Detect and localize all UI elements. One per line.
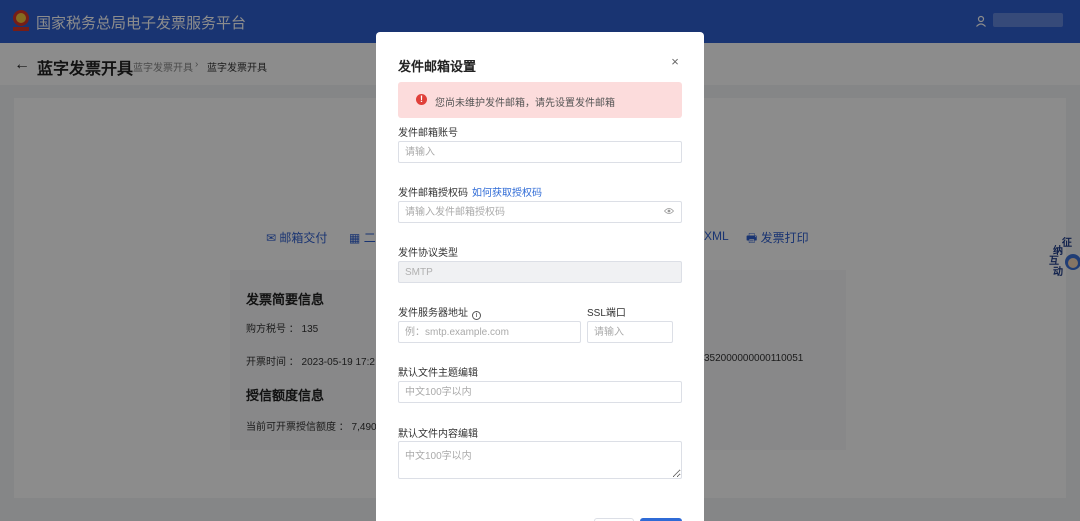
auth-code-label-text: 发件邮箱授权码 <box>398 188 468 199</box>
eye-icon[interactable] <box>664 207 674 215</box>
sender-email-settings-dialog: 发件邮箱设置 × ! 您尚未维护发件邮箱，请先设置发件邮箱 发件邮箱账号 发件邮… <box>376 32 704 521</box>
dialog-title: 发件邮箱设置 <box>398 59 477 74</box>
server-address-input[interactable] <box>398 321 581 343</box>
email-body-textarea[interactable] <box>398 441 682 479</box>
error-icon: ! <box>416 94 427 105</box>
subject-label: 默认文件主题编辑 <box>398 368 478 379</box>
body-label: 默认文件内容编辑 <box>398 429 478 440</box>
auth-code-input[interactable] <box>398 201 682 223</box>
server-label: 发件服务器地址 i <box>398 304 481 320</box>
email-subject-input[interactable] <box>398 381 682 403</box>
ssl-port-label: SSL端口 <box>587 308 626 319</box>
auth-code-label: 发件邮箱授权码 如何获取授权码 <box>398 184 542 199</box>
server-label-text: 发件服务器地址 <box>398 308 468 319</box>
warning-alert: ! 您尚未维护发件邮箱，请先设置发件邮箱 <box>398 82 682 118</box>
ssl-port-input[interactable] <box>587 321 673 343</box>
close-icon[interactable]: × <box>668 55 682 69</box>
alert-text: 您尚未维护发件邮箱，请先设置发件邮箱 <box>435 98 615 109</box>
account-label: 发件邮箱账号 <box>398 128 458 139</box>
info-icon[interactable]: i <box>472 311 481 320</box>
protocol-type-input <box>398 261 682 283</box>
auth-code-help-link[interactable]: 如何获取授权码 <box>472 188 542 199</box>
email-account-input[interactable] <box>398 141 682 163</box>
protocol-label: 发件协议类型 <box>398 248 458 259</box>
